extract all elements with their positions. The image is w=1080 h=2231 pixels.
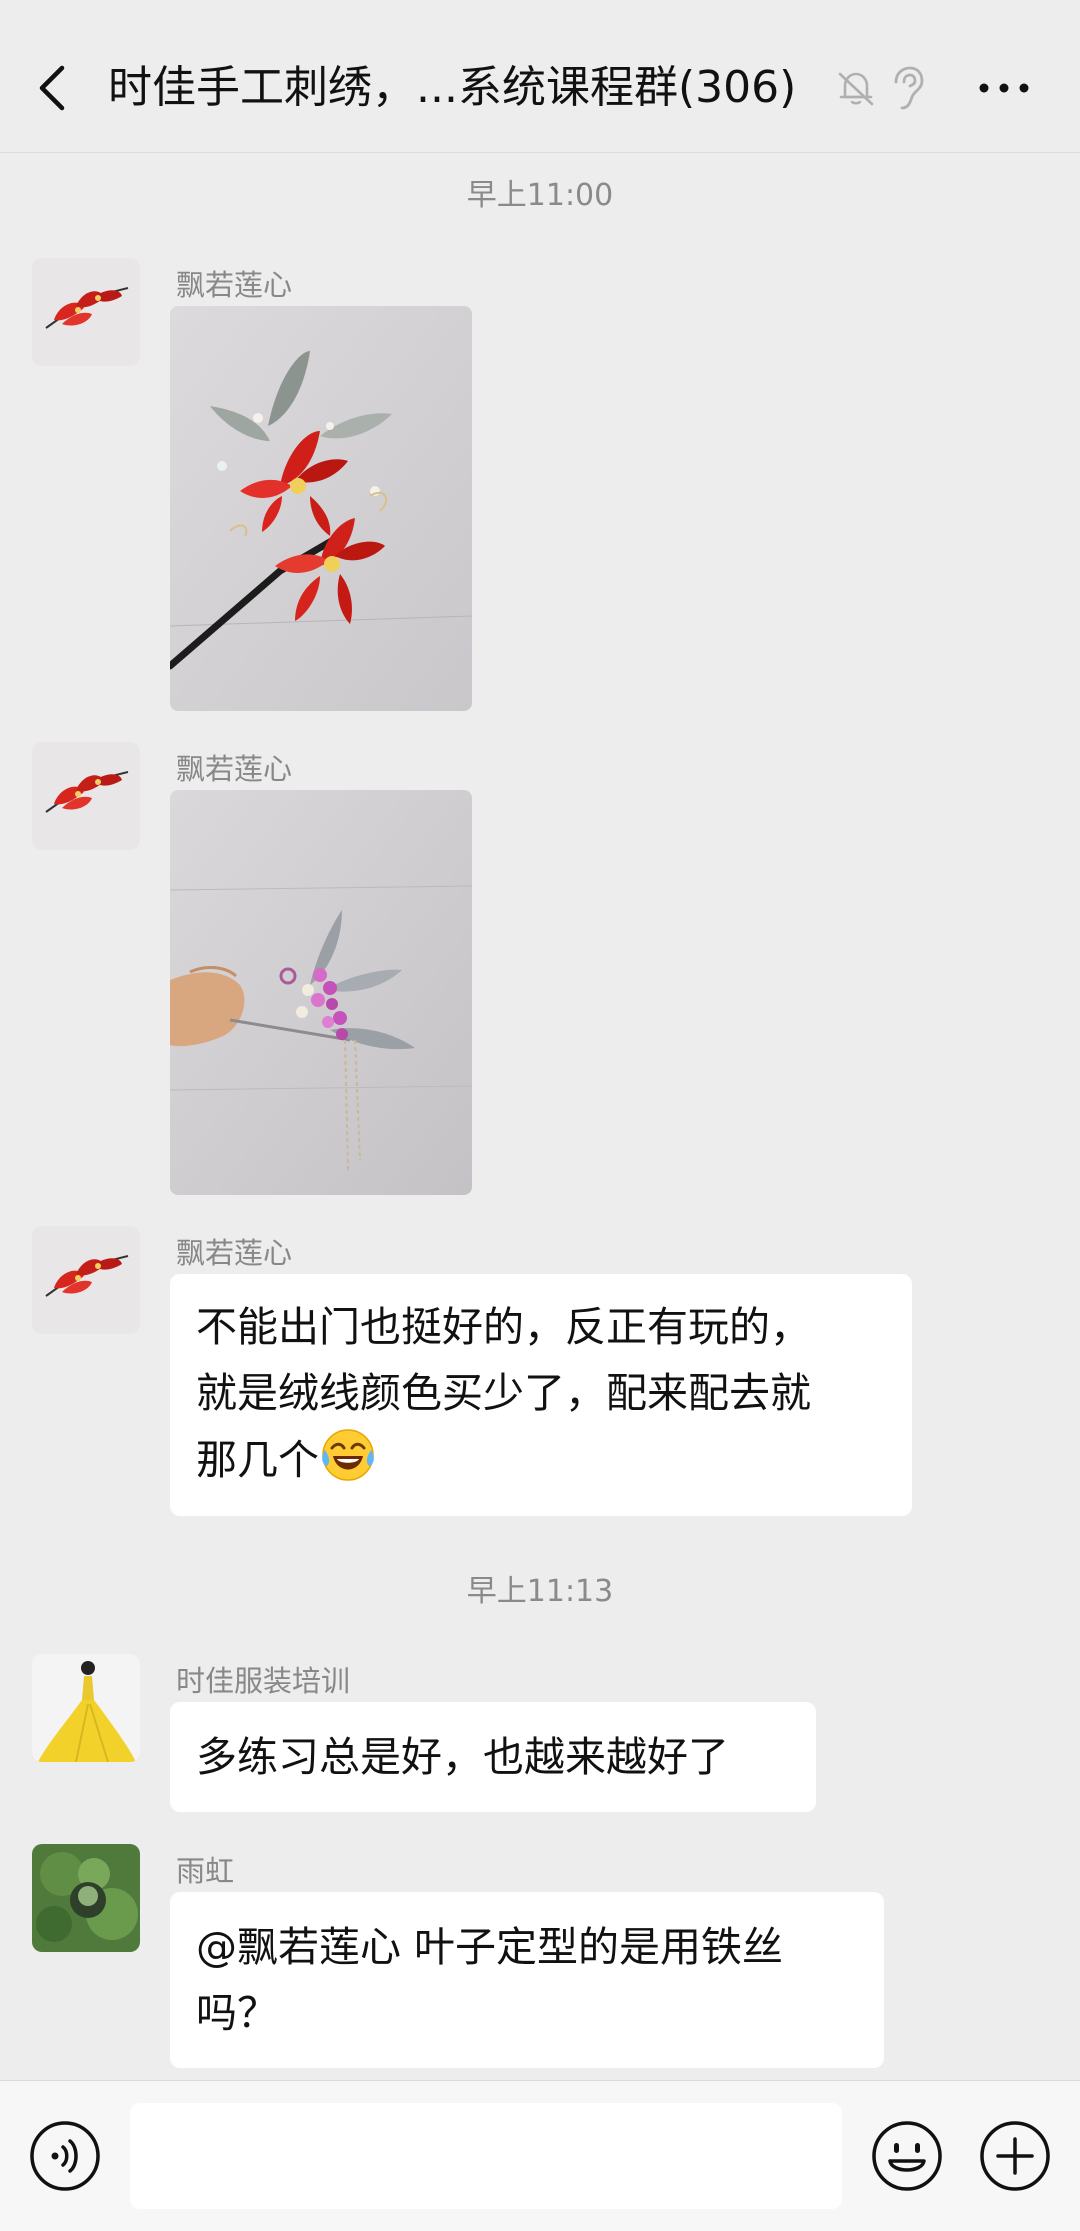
emoji-icon[interactable] — [870, 2119, 944, 2193]
sender-name: 飘若莲心 — [176, 752, 293, 786]
timestamp: 早上11:13 — [466, 1574, 614, 1609]
avatar[interactable] — [32, 1654, 140, 1762]
sender-name: 时佳服装培训 — [176, 1664, 351, 1698]
message-text: @飘若莲心 叶子定型的是用铁丝 — [196, 1923, 784, 1971]
plus-icon[interactable] — [978, 2119, 1052, 2193]
message-text: 吗？ — [196, 1989, 278, 2037]
timestamp: 早上11:00 — [466, 178, 614, 213]
input-bar — [0, 2080, 1080, 2231]
earpiece-icon — [894, 66, 924, 110]
sender-name: 雨虹 — [176, 1854, 235, 1888]
avatar[interactable] — [32, 742, 140, 850]
voice-input-icon[interactable] — [28, 2119, 102, 2193]
message-input[interactable] — [130, 2103, 842, 2209]
chat-title[interactable]: 时佳手工刺绣，...系统课程群(306) — [108, 58, 828, 118]
tears-of-joy-emoji-icon — [322, 1429, 374, 1481]
text-message-bubble[interactable]: 不能出门也挺好的，反正有玩的， 就是绒线颜色买少了，配来配去就 那几个 — [170, 1274, 912, 1516]
sender-name: 飘若莲心 — [176, 1236, 293, 1270]
avatar[interactable] — [32, 1226, 140, 1334]
avatar[interactable] — [32, 258, 140, 366]
message-text: 就是绒线颜色买少了，配来配去就 — [196, 1369, 811, 1417]
more-dots-icon[interactable] — [976, 70, 1032, 106]
image-message[interactable] — [170, 790, 472, 1195]
text-message-bubble[interactable]: 多练习总是好，也越来越好了 — [170, 1702, 816, 1812]
sender-name: 飘若莲心 — [176, 268, 293, 302]
message-text: 不能出门也挺好的，反正有玩的， — [196, 1303, 811, 1351]
message-text: 多练习总是好，也越来越好了 — [196, 1733, 729, 1781]
message-text: 那几个 — [196, 1436, 319, 1484]
chat-header: 时佳手工刺绣，...系统课程群(306) — [0, 0, 1080, 153]
image-message[interactable] — [170, 306, 472, 711]
back-chevron-icon[interactable] — [28, 58, 78, 118]
text-message-bubble[interactable]: @飘若莲心 叶子定型的是用铁丝 吗？ — [170, 1892, 884, 2068]
avatar[interactable] — [32, 1844, 140, 1952]
bell-muted-icon — [838, 72, 874, 106]
